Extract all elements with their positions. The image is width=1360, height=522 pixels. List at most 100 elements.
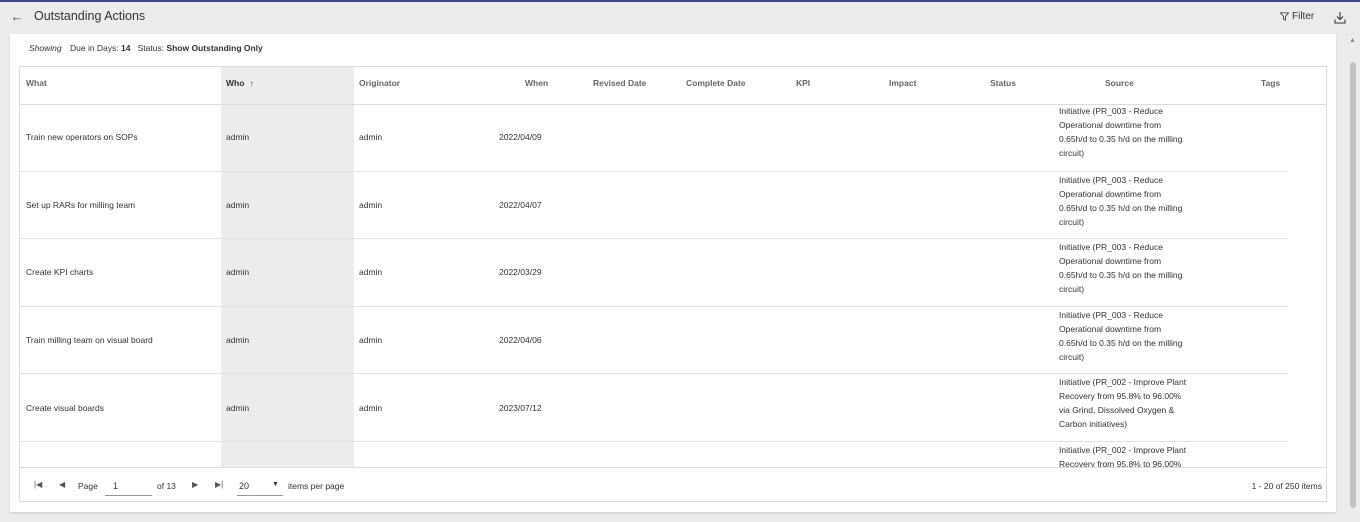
download-icon[interactable] bbox=[1333, 11, 1347, 25]
cell-what-text: Train new operators on SOPs bbox=[26, 132, 138, 143]
sort-ascending-icon: ↑ bbox=[249, 79, 254, 88]
page-header: ← Outstanding Actions Filter bbox=[0, 2, 1360, 34]
column-header-status[interactable]: Status bbox=[990, 67, 1016, 104]
column-header-complete-date[interactable]: Complete Date bbox=[686, 67, 746, 104]
cell-source-text: Initiative (PR_003 - Reduce Operational … bbox=[1059, 242, 1183, 295]
page-scrollbar-thumb[interactable] bbox=[1350, 62, 1356, 508]
cell-what-text: Set up RARs for milling team bbox=[26, 199, 136, 210]
cell-what-text: Create visual boards bbox=[26, 402, 104, 413]
page-label: Page bbox=[78, 481, 98, 491]
column-header-who[interactable]: Who ↑ bbox=[221, 67, 354, 104]
cell-originator-text: admin bbox=[359, 335, 383, 346]
cell-when: 2022/04/09 bbox=[499, 105, 542, 171]
cell-originator: admin bbox=[359, 442, 382, 467]
cell-source-text: Initiative (PR_003 - Reduce Operational … bbox=[1059, 106, 1183, 158]
cell-source: Initiative (PR_003 - Reduce Operational … bbox=[1059, 105, 1189, 171]
cell-what: Train new operators on SOPs bbox=[26, 105, 138, 171]
table-row[interactable]: Create visual boards admin admin 2023/07/12… bbox=[20, 374, 1288, 442]
cell-source-text: Initiative (PR_002 - Improve Plant Recov… bbox=[1059, 444, 1187, 467]
cell-who: admin bbox=[221, 374, 354, 441]
cell-originator: admin bbox=[359, 239, 382, 306]
actions-panel: Showing Due in Days: 14 Status: Show Out… bbox=[10, 34, 1336, 512]
status-label: Status: bbox=[137, 43, 165, 53]
cell-who-text: admin bbox=[226, 199, 250, 210]
due-label: Due in Days: bbox=[69, 43, 119, 53]
cell-what-text: Create KPI charts bbox=[26, 267, 94, 278]
cell-when: 2022/04/06 bbox=[499, 307, 542, 374]
cell-who: admin bbox=[221, 105, 354, 171]
table-row[interactable]: Train milling team on visual board admin a… bbox=[20, 306, 1288, 375]
column-header-kpi[interactable]: KPI bbox=[796, 67, 810, 104]
cell-who-text: admin bbox=[226, 402, 250, 413]
table-row[interactable]: Train new operators on SOPs admin admin 202… bbox=[20, 105, 1288, 172]
cell-when: 2023/07/11 bbox=[499, 442, 541, 467]
filter-button[interactable]: Filter bbox=[1280, 11, 1314, 22]
table-row[interactable]: Train on visual board adminadmin 2023/07/1… bbox=[20, 441, 1288, 467]
cell-who: admin bbox=[221, 171, 354, 239]
cell-when-text: 2023/07/12 bbox=[499, 402, 542, 413]
column-header-what[interactable]: What bbox=[26, 67, 47, 104]
arrow-left-icon[interactable]: ← bbox=[8, 8, 26, 26]
column-header-originator[interactable]: Originator bbox=[359, 67, 400, 104]
items-per-page-select[interactable]: 20 ▼ bbox=[237, 476, 283, 496]
cell-originator: admin bbox=[359, 172, 382, 239]
first-page-icon[interactable]: |◀ bbox=[34, 480, 42, 489]
cell-what: Train on visual board bbox=[26, 442, 105, 467]
cell-originator: admin bbox=[359, 105, 382, 171]
pager: |◀ ◀ Page of 13 ▶ ▶| 20 ▼ items per page… bbox=[20, 467, 1326, 501]
cell-who-text: admin bbox=[226, 267, 250, 278]
cell-who: admin bbox=[221, 239, 354, 306]
page-scroll-up-icon[interactable]: ▲ bbox=[1349, 37, 1356, 44]
cell-what: Create KPI charts bbox=[26, 239, 93, 306]
cell-what: Set up RARs for milling team bbox=[26, 172, 135, 239]
cell-who: admin bbox=[221, 306, 354, 374]
items-per-page-value: 20 bbox=[239, 481, 250, 491]
column-header-when[interactable]: When bbox=[525, 67, 548, 104]
status-value: Show Outstanding Only bbox=[166, 43, 263, 53]
grid-body[interactable]: Train new operators on SOPs admin admin 202… bbox=[20, 105, 1310, 467]
cell-when-text: 2022/04/06 bbox=[499, 335, 542, 346]
showing-label: Showing bbox=[29, 43, 62, 53]
actions-grid: What Who ↑ Originator When Revised Date … bbox=[19, 66, 1327, 502]
column-header-impact[interactable]: Impact bbox=[889, 67, 916, 104]
cell-when: 2023/07/12 bbox=[499, 374, 542, 441]
cell-source-text: Initiative (PR_003 - Reduce Operational … bbox=[1059, 174, 1183, 227]
cell-who-text: admin bbox=[226, 132, 250, 143]
table-row[interactable]: Set up RARs for milling team admin admin 20… bbox=[20, 171, 1288, 240]
cell-source: Initiative (PR_003 - Reduce Operational … bbox=[1059, 239, 1189, 306]
filter-icon bbox=[1280, 12, 1289, 21]
last-page-icon[interactable]: ▶| bbox=[215, 480, 223, 489]
cell-when: 2022/03/29 bbox=[499, 239, 542, 306]
due-value: 14 bbox=[121, 43, 131, 53]
cell-originator-text: admin bbox=[359, 199, 383, 210]
cell-originator: admin bbox=[359, 307, 382, 374]
page-number-input[interactable] bbox=[105, 476, 152, 496]
next-page-icon[interactable]: ▶ bbox=[192, 480, 198, 489]
grid-rows: Train new operators on SOPs admin admin 202… bbox=[20, 105, 1288, 467]
column-header-tags[interactable]: Tags bbox=[1261, 67, 1280, 104]
table-row[interactable]: Create KPI charts admin admin 2022/03/29 Ini… bbox=[20, 239, 1288, 307]
column-header-revised-date[interactable]: Revised Date bbox=[593, 67, 646, 104]
grid-header: What Who ↑ Originator When Revised Date … bbox=[20, 67, 1326, 105]
cell-source-text: Initiative (PR_002 - Improve Plant Recov… bbox=[1059, 377, 1187, 430]
items-total: 1 - 20 of 250 items bbox=[1251, 481, 1322, 491]
cell-source: Initiative (PR_003 - Reduce Operational … bbox=[1059, 172, 1189, 239]
showing-summary: Showing Due in Days: 14 Status: Show Out… bbox=[29, 43, 263, 53]
cell-when-text: 2022/04/09 bbox=[499, 132, 542, 143]
cell-originator: admin bbox=[359, 374, 382, 441]
items-per-page-label: items per page bbox=[288, 481, 345, 491]
cell-when: 2022/04/07 bbox=[499, 172, 542, 239]
cell-when-text: 2022/03/29 bbox=[499, 267, 542, 278]
cell-what-text: Train milling team on visual board bbox=[26, 335, 153, 346]
cell-source-text: Initiative (PR_003 - Reduce Operational … bbox=[1059, 309, 1183, 362]
previous-page-icon[interactable]: ◀ bbox=[59, 480, 65, 489]
cell-who: admin bbox=[221, 441, 354, 467]
column-header-source[interactable]: Source bbox=[1105, 67, 1134, 104]
cell-source: Initiative (PR_002 - Improve Plant Recov… bbox=[1059, 442, 1189, 467]
chevron-down-icon: ▼ bbox=[272, 481, 279, 488]
cell-who-text: admin bbox=[226, 335, 250, 346]
cell-source: Initiative (PR_002 - Improve Plant Recov… bbox=[1059, 374, 1189, 441]
cell-originator-text: admin bbox=[359, 132, 383, 143]
cell-originator-text: admin bbox=[359, 267, 383, 278]
cell-what: Train milling team on visual board bbox=[26, 307, 153, 374]
